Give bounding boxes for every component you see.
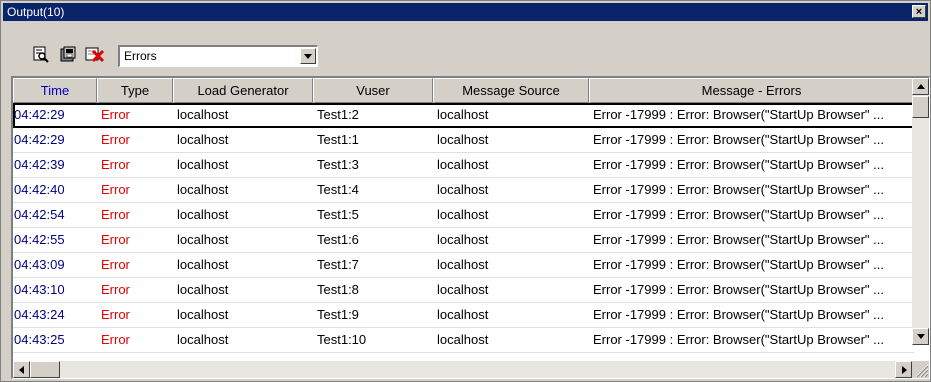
filter-value: Errors xyxy=(124,49,157,63)
output-window: Output(10) × Errors Time Type Load Gener… xyxy=(0,0,931,382)
cell-message-source: localhost xyxy=(437,182,489,197)
cell-time: 04:42:39 xyxy=(14,157,65,172)
vertical-scroll-thumb[interactable] xyxy=(912,96,929,118)
cell-time: 04:42:29 xyxy=(14,132,65,147)
table-row[interactable]: 04:43:25 Error localhost Test1:10 localh… xyxy=(13,328,914,353)
cell-time: 04:43:10 xyxy=(14,282,65,297)
cell-vuser: Test1:8 xyxy=(317,282,359,297)
clear-errors-icon[interactable] xyxy=(85,45,105,63)
cell-message-source: localhost xyxy=(437,207,489,222)
cell-time: 04:43:24 xyxy=(14,307,65,322)
title-bar: Output(10) × xyxy=(3,3,928,21)
cell-time: 04:42:54 xyxy=(14,207,65,222)
close-button[interactable]: × xyxy=(912,5,926,18)
cell-message: Error -17999 : Error: Browser("StartUp B… xyxy=(593,332,884,347)
export-icon[interactable] xyxy=(59,45,77,63)
cell-load-generator: localhost xyxy=(177,332,229,347)
cell-load-generator: localhost xyxy=(177,282,229,297)
cell-load-generator: localhost xyxy=(177,307,229,322)
cell-type: Error xyxy=(101,207,130,222)
cell-vuser: Test1:1 xyxy=(317,132,359,147)
table-row[interactable]: 04:42:40 Error localhost Test1:4 localho… xyxy=(13,178,914,203)
scroll-up-button[interactable] xyxy=(912,78,929,95)
cell-type: Error xyxy=(101,132,130,147)
cell-vuser: Test1:2 xyxy=(317,107,359,122)
cell-message: Error -17999 : Error: Browser("StartUp B… xyxy=(593,132,884,147)
cell-load-generator: localhost xyxy=(177,107,229,122)
horizontal-scroll-thumb[interactable] xyxy=(30,361,60,378)
vertical-scrollbar[interactable] xyxy=(912,78,929,345)
grid-rows: 04:42:29 Error localhost Test1:2 localho… xyxy=(13,103,914,353)
cell-type: Error xyxy=(101,332,130,347)
cell-message: Error -17999 : Error: Browser("StartUp B… xyxy=(593,157,884,172)
table-row[interactable]: 04:42:54 Error localhost Test1:5 localho… xyxy=(13,203,914,228)
cell-load-generator: localhost xyxy=(177,182,229,197)
cell-type: Error xyxy=(101,182,130,197)
cell-vuser: Test1:10 xyxy=(317,332,367,347)
cell-vuser: Test1:9 xyxy=(317,307,359,322)
table-row[interactable]: 04:42:55 Error localhost Test1:6 localho… xyxy=(13,228,914,253)
horizontal-scrollbar[interactable] xyxy=(13,361,912,378)
column-header-time[interactable]: Time xyxy=(13,78,97,103)
dropdown-arrow-icon[interactable] xyxy=(300,48,316,64)
cell-vuser: Test1:3 xyxy=(317,157,359,172)
cell-vuser: Test1:7 xyxy=(317,257,359,272)
cell-message-source: localhost xyxy=(437,157,489,172)
cell-vuser: Test1:6 xyxy=(317,232,359,247)
column-header-type[interactable]: Type xyxy=(97,78,173,103)
view-details-icon[interactable] xyxy=(32,45,50,63)
window-title: Output(10) xyxy=(7,5,65,19)
cell-vuser: Test1:4 xyxy=(317,182,359,197)
table-row[interactable]: 04:42:29 Error localhost Test1:2 localho… xyxy=(13,103,914,128)
cell-message-source: localhost xyxy=(437,232,489,247)
cell-type: Error xyxy=(101,257,130,272)
scroll-down-button[interactable] xyxy=(912,328,929,345)
message-filter-select[interactable]: Errors xyxy=(118,45,318,67)
cell-type: Error xyxy=(101,282,130,297)
column-header-message[interactable]: Message - Errors xyxy=(589,78,914,103)
cell-load-generator: localhost xyxy=(177,132,229,147)
output-grid: Time Type Load Generator Vuser Message S… xyxy=(11,76,930,379)
cell-time: 04:43:09 xyxy=(14,257,65,272)
column-header-message-source[interactable]: Message Source xyxy=(433,78,589,103)
cell-type: Error xyxy=(101,307,130,322)
table-row[interactable]: 04:43:24 Error localhost Test1:9 localho… xyxy=(13,303,914,328)
table-row[interactable]: 04:43:10 Error localhost Test1:8 localho… xyxy=(13,278,914,303)
cell-vuser: Test1:5 xyxy=(317,207,359,222)
resize-grip-icon[interactable] xyxy=(912,361,929,378)
grid-header: Time Type Load Generator Vuser Message S… xyxy=(13,78,914,103)
cell-message: Error -17999 : Error: Browser("StartUp B… xyxy=(593,182,884,197)
cell-time: 04:42:55 xyxy=(14,232,65,247)
cell-message-source: localhost xyxy=(437,307,489,322)
cell-load-generator: localhost xyxy=(177,232,229,247)
cell-message: Error -17999 : Error: Browser("StartUp B… xyxy=(593,307,884,322)
cell-time: 04:42:40 xyxy=(14,182,65,197)
cell-message-source: localhost xyxy=(437,132,489,147)
cell-message: Error -17999 : Error: Browser("StartUp B… xyxy=(593,107,884,122)
cell-type: Error xyxy=(101,157,130,172)
cell-message-source: localhost xyxy=(437,282,489,297)
cell-message-source: localhost xyxy=(437,332,489,347)
cell-type: Error xyxy=(101,232,130,247)
cell-message: Error -17999 : Error: Browser("StartUp B… xyxy=(593,207,884,222)
cell-type: Error xyxy=(101,107,130,122)
scroll-left-button[interactable] xyxy=(13,361,30,378)
cell-message: Error -17999 : Error: Browser("StartUp B… xyxy=(593,282,884,297)
cell-time: 04:42:29 xyxy=(14,107,65,122)
cell-message: Error -17999 : Error: Browser("StartUp B… xyxy=(593,232,884,247)
column-header-vuser[interactable]: Vuser xyxy=(313,78,433,103)
scroll-right-button[interactable] xyxy=(895,361,912,378)
cell-load-generator: localhost xyxy=(177,257,229,272)
table-row[interactable]: 04:42:29 Error localhost Test1:1 localho… xyxy=(13,128,914,153)
cell-load-generator: localhost xyxy=(177,207,229,222)
cell-load-generator: localhost xyxy=(177,157,229,172)
column-header-load-generator[interactable]: Load Generator xyxy=(173,78,313,103)
table-row[interactable]: 04:43:09 Error localhost Test1:7 localho… xyxy=(13,253,914,278)
cell-message: Error -17999 : Error: Browser("StartUp B… xyxy=(593,257,884,272)
table-row[interactable]: 04:42:39 Error localhost Test1:3 localho… xyxy=(13,153,914,178)
cell-time: 04:43:25 xyxy=(14,332,65,347)
cell-message-source: localhost xyxy=(437,107,489,122)
cell-message-source: localhost xyxy=(437,257,489,272)
